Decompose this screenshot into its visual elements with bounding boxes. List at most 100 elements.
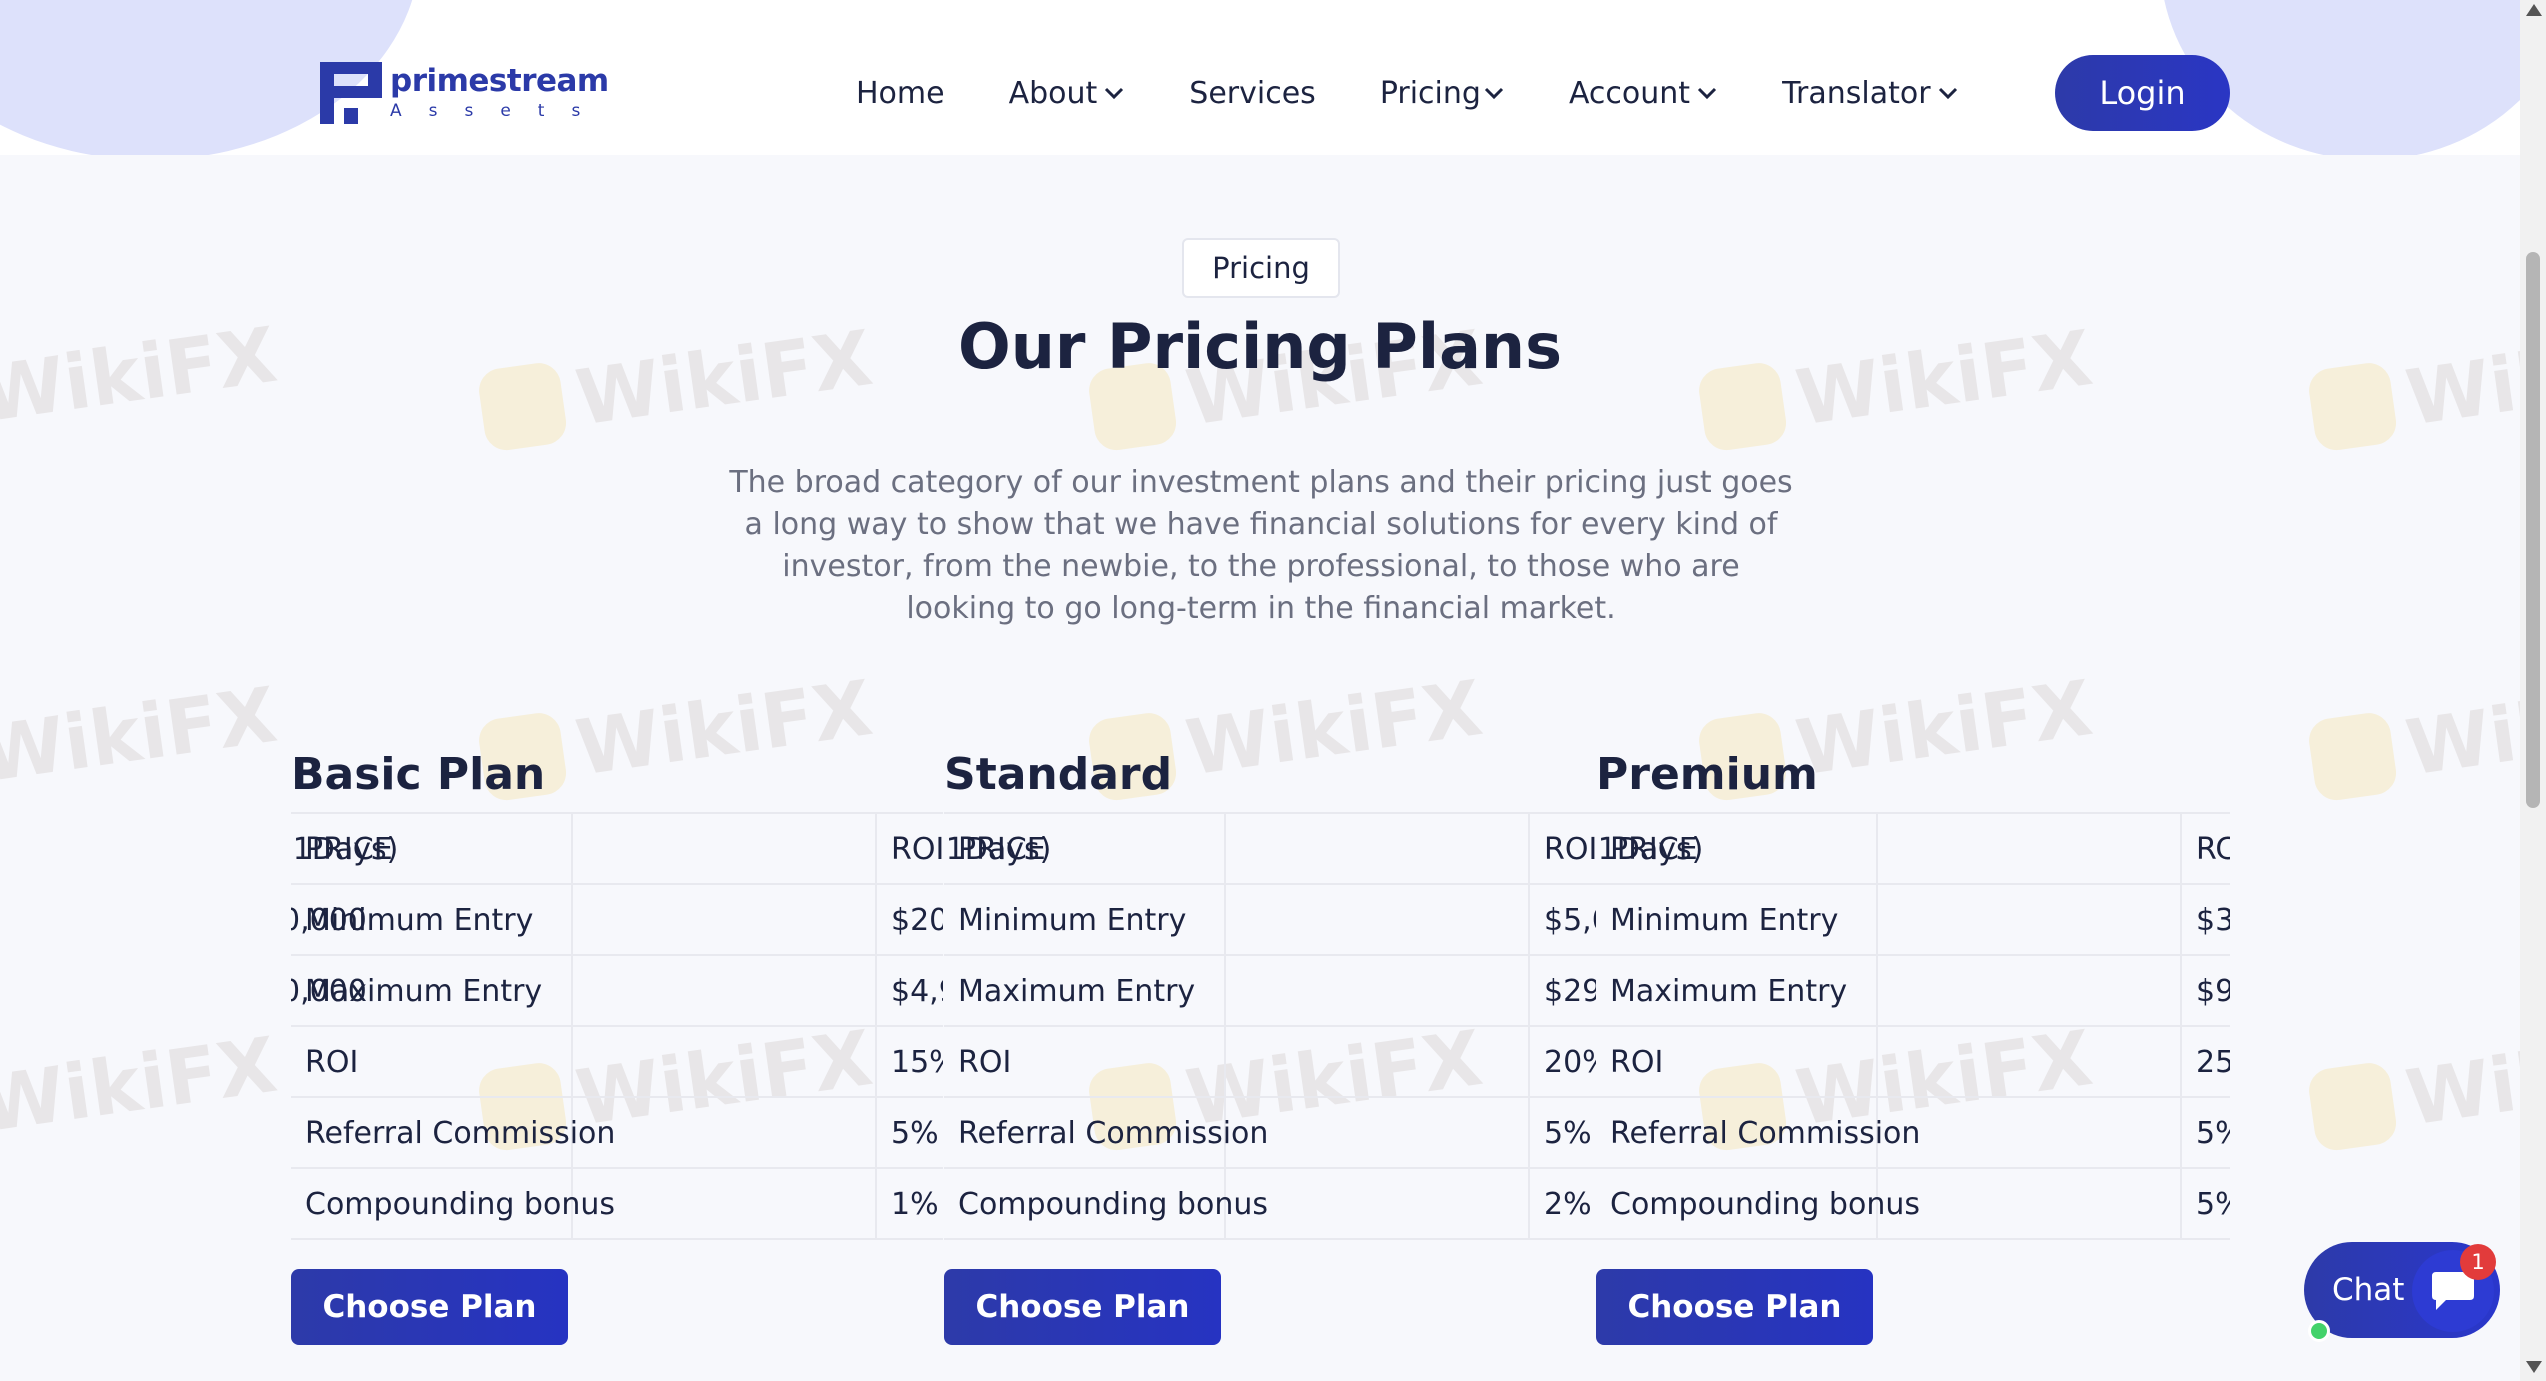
row-value: $3 <box>2196 903 2230 938</box>
scroll-down-arrow-icon[interactable] <box>2526 1361 2542 1373</box>
choose-plan-button[interactable]: Choose Plan <box>944 1269 1221 1345</box>
table-row: ROI 20% <box>944 1027 1596 1098</box>
plan-table: (1Days) PRICE ROI(1Days) Minimum Entry $… <box>944 812 1596 1240</box>
nav-label: Account <box>1568 75 1691 111</box>
table-row: Minimum Entry $3 <box>1596 885 2230 956</box>
row-label: Referral Commission <box>958 1116 1269 1151</box>
table-row: ROI 25 <box>1596 1027 2230 1098</box>
row-label: ROI <box>305 1045 359 1080</box>
table-row: Compounding bonus 2% <box>944 1169 1596 1240</box>
watermark: WikiFX <box>0 1019 282 1150</box>
login-button[interactable]: Login <box>2055 55 2230 131</box>
table-row: (1Days) PRICE ROI(1Days) <box>291 814 943 885</box>
row-label: Minimum Entry <box>1610 903 1839 938</box>
row-label: PRICE <box>1610 832 1698 867</box>
scroll-up-arrow-icon[interactable] <box>2526 4 2542 16</box>
row-value: 1% <box>891 1187 939 1222</box>
row-value: RC <box>2196 832 2230 867</box>
plan-card-basic: Basic Plan (1Days) PRICE ROI(1Days) 0,00… <box>291 740 943 1345</box>
row-value: $5,000 <box>1544 903 1596 938</box>
table-row: Compounding bonus 1% <box>291 1169 943 1240</box>
row-label: Compounding bonus <box>1610 1187 1920 1222</box>
page: WikiFX WikiFX WikiFX WikiFX WikiFX WikiF… <box>0 0 2546 1381</box>
table-row: 0,000 Minimum Entry $200 <box>291 885 943 956</box>
row-value: 5% <box>891 1116 939 1151</box>
nav-pricing[interactable]: Pricing <box>1380 76 1505 111</box>
chevron-down-icon <box>1484 87 1503 100</box>
row-label: Compounding bonus <box>305 1187 615 1222</box>
row-label: Maximum Entry <box>305 974 543 1009</box>
row-label: PRICE <box>958 832 1046 867</box>
table-row: ROI 15% <box>291 1027 943 1098</box>
brand-sub: Assets <box>390 101 608 121</box>
row-label: Referral Commission <box>305 1116 616 1151</box>
online-status-dot <box>2308 1320 2330 1342</box>
section-description: The broad category of our investment pla… <box>729 465 1793 626</box>
row-value: 20% <box>1544 1045 1596 1080</box>
row-value: 25 <box>2196 1045 2230 1080</box>
page-scrollbar[interactable] <box>2520 0 2546 1381</box>
row-label: Minimum Entry <box>305 903 534 938</box>
row-value: ROI(1Days) <box>1544 832 1596 867</box>
row-label: Maximum Entry <box>1610 974 1848 1009</box>
row-label: PRICE <box>305 832 393 867</box>
row-label: Referral Commission <box>1610 1116 1921 1151</box>
nav-label: Services <box>1189 75 1316 111</box>
row-value: ROI(1Days) <box>891 832 943 867</box>
nav-services[interactable]: Services <box>1189 76 1316 111</box>
table-row: 0,000 Maximum Entry $4,900 <box>291 956 943 1027</box>
row-value: 15% <box>891 1045 943 1080</box>
choose-plan-button[interactable]: Choose Plan <box>291 1269 568 1345</box>
watermark: WikiFX <box>0 669 282 800</box>
choose-plan-button[interactable]: Choose Plan <box>1596 1269 1873 1345</box>
table-row: Maximum Entry $9 <box>1596 956 2230 1027</box>
brand-name: primestream <box>390 63 609 99</box>
nav-translator[interactable]: Translator <box>1782 76 1958 111</box>
table-row: Compounding bonus 5% <box>1596 1169 2230 1240</box>
nav-account[interactable]: Account <box>1569 76 1718 111</box>
chevron-down-icon <box>1938 87 1957 100</box>
table-row: Referral Commission 5% <box>944 1098 1596 1169</box>
nav-label: Translator <box>1782 75 1931 111</box>
row-label: Minimum Entry <box>958 903 1187 938</box>
row-value: $9 <box>2196 974 2230 1009</box>
table-row: Referral Commission 5% <box>291 1098 943 1169</box>
plan-title: Basic Plan <box>291 748 546 800</box>
plan-title: Premium <box>1596 748 1818 800</box>
logo-mark-icon <box>320 62 382 124</box>
plan-card-premium: Premium (1Days) PRICE RC Minimum Entry $… <box>1596 740 2230 1345</box>
nav-about[interactable]: About <box>1009 76 1126 111</box>
plan-card-standard: Standard (1Days) PRICE ROI(1Days) Minimu… <box>944 740 1596 1345</box>
unread-count-badge: 1 <box>2460 1244 2496 1280</box>
site-header: primestream Assets Home About Services P… <box>0 0 2520 155</box>
watermark: WikiFX <box>2306 1013 2546 1156</box>
plan-table: (1Days) PRICE RC Minimum Entry $3 Maximu… <box>1596 812 2230 1240</box>
row-value: 5% <box>2196 1116 2230 1151</box>
table-row: (1Days) PRICE RC <box>1596 814 2230 885</box>
table-row: Minimum Entry $5,000 <box>944 885 1596 956</box>
row-value: 5% <box>1544 1116 1592 1151</box>
scrollbar-thumb[interactable] <box>2526 252 2540 808</box>
logo-text: primestream Assets <box>390 64 609 122</box>
watermark: WikiFX <box>2306 663 2546 806</box>
row-value: 2% <box>1544 1187 1592 1222</box>
nav-home[interactable]: Home <box>856 76 945 111</box>
table-row: Maximum Entry $29,999 <box>944 956 1596 1027</box>
row-label: ROI <box>958 1045 1012 1080</box>
row-value: $200 <box>891 903 943 938</box>
row-value: $4,900 <box>891 974 943 1009</box>
table-row: (1Days) PRICE ROI(1Days) <box>944 814 1596 885</box>
table-row: Referral Commission 5% <box>1596 1098 2230 1169</box>
main-nav: Home About Services Pricing Account Tran… <box>856 70 2023 116</box>
section-badge: Pricing <box>1182 238 1340 298</box>
brand-logo[interactable]: primestream Assets <box>320 62 609 124</box>
nav-label: Pricing <box>1379 75 1481 111</box>
row-label: Compounding bonus <box>958 1187 1268 1222</box>
chat-widget-button[interactable]: Chat 1 <box>2304 1242 2500 1342</box>
plan-table: (1Days) PRICE ROI(1Days) 0,000 Minimum E… <box>291 812 943 1240</box>
nav-label: Home <box>856 75 945 111</box>
nav-label: About <box>1008 75 1098 111</box>
chat-label: Chat <box>2332 1272 2405 1308</box>
row-label: Maximum Entry <box>958 974 1196 1009</box>
chevron-down-icon <box>1698 87 1717 100</box>
